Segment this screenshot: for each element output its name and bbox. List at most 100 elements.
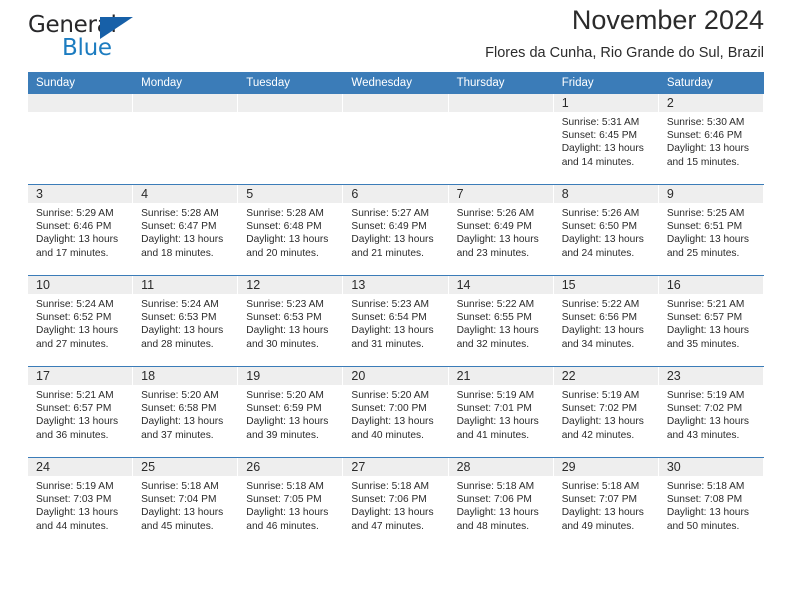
daylight-text-line1: Daylight: 13 hours (351, 507, 434, 519)
calendar-cell[interactable]: 11 Sunrise: 5:24 AM Sunset: 6:53 PM Dayligh… (133, 275, 239, 367)
day-cell: 30 Sunrise: 5:18 AM Sunset: 7:08 PM Dayligh… (658, 458, 764, 548)
sunset-text: Sunset: 6:57 PM (666, 312, 743, 324)
daylight-text-line2: and 37 minutes. (141, 429, 214, 441)
day-details: Sunrise: 5:22 AM Sunset: 6:55 PM Daylight:… (449, 294, 554, 351)
sunset-text: Sunset: 6:58 PM (141, 403, 217, 415)
day-details: Sunrise: 5:18 AM Sunset: 7:05 PM Daylight:… (238, 476, 343, 533)
day-cell: 19 Sunrise: 5:20 AM Sunset: 6:59 PM Dayligh… (238, 367, 344, 457)
day-cell: 14 Sunrise: 5:22 AM Sunset: 6:55 PM Dayligh… (448, 276, 554, 366)
daylight-text-line1: Daylight: 13 hours (666, 234, 749, 246)
sunset-text: Sunset: 7:06 PM (456, 494, 532, 506)
day-number: 24 (28, 458, 134, 476)
daylight-text-line1: Daylight: 13 hours (246, 416, 329, 428)
sunrise-text: Sunrise: 5:24 AM (36, 299, 114, 310)
day-cell: 24 Sunrise: 5:19 AM Sunset: 7:03 PM Dayligh… (28, 458, 134, 548)
calendar-cell[interactable]: 7 Sunrise: 5:26 AM Sunset: 6:49 PM Daylight… (448, 184, 554, 276)
day-number: 19 (238, 367, 344, 385)
daylight-text-line1: Daylight: 13 hours (666, 143, 749, 155)
sunset-text: Sunset: 6:48 PM (246, 221, 322, 233)
calendar-cell[interactable]: 3 Sunrise: 5:29 AM Sunset: 6:46 PM Daylight… (28, 184, 134, 276)
calendar-cell[interactable]: 28 Sunrise: 5:18 AM Sunset: 7:06 PM Dayligh… (448, 457, 554, 548)
day-cell: 3 Sunrise: 5:29 AM Sunset: 6:46 PM Daylight… (28, 185, 134, 275)
sunset-text: Sunset: 7:06 PM (351, 494, 427, 506)
day-number (343, 94, 449, 112)
sunset-text: Sunset: 6:52 PM (36, 312, 112, 324)
day-cell: 25 Sunrise: 5:18 AM Sunset: 7:04 PM Dayligh… (133, 458, 239, 548)
sunset-text: Sunset: 6:49 PM (351, 221, 427, 233)
calendar-cell[interactable]: 23 Sunrise: 5:19 AM Sunset: 7:02 PM Dayligh… (658, 366, 764, 458)
sunrise-text: Sunrise: 5:24 AM (141, 299, 219, 310)
brand-logo[interactable]: General Blue (28, 12, 168, 64)
daylight-text-line1: Daylight: 13 hours (351, 416, 434, 428)
day-cell (133, 94, 239, 184)
day-number (238, 94, 344, 112)
calendar-cell[interactable]: 20 Sunrise: 5:20 AM Sunset: 7:00 PM Dayligh… (343, 366, 449, 458)
day-cell (448, 94, 554, 184)
calendar-cell[interactable]: 21 Sunrise: 5:19 AM Sunset: 7:01 PM Dayligh… (448, 366, 554, 458)
calendar-cell[interactable]: 30 Sunrise: 5:18 AM Sunset: 7:08 PM Dayligh… (658, 457, 764, 548)
week-row: 1 Sunrise: 5:31 AM Sunset: 6:45 PM Daylight… (28, 94, 764, 185)
day-number: 18 (133, 367, 239, 385)
day-details: Sunrise: 5:19 AM Sunset: 7:03 PM Daylight:… (28, 476, 133, 533)
sunrise-text: Sunrise: 5:27 AM (351, 208, 430, 219)
day-cell: 21 Sunrise: 5:19 AM Sunset: 7:01 PM Dayligh… (448, 367, 554, 457)
sunrise-text: Sunrise: 5:26 AM (561, 208, 640, 219)
weekday-header-wednesday: Wednesday (343, 72, 449, 94)
calendar-cell[interactable]: 6 Sunrise: 5:27 AM Sunset: 6:49 PM Daylight… (343, 184, 449, 276)
calendar-cell[interactable]: 12 Sunrise: 5:23 AM Sunset: 6:53 PM Dayligh… (238, 275, 344, 367)
calendar-cell[interactable]: 1 Sunrise: 5:31 AM Sunset: 6:45 PM Daylight… (553, 94, 659, 185)
calendar-cell[interactable]: 13 Sunrise: 5:23 AM Sunset: 6:54 PM Dayligh… (343, 275, 449, 367)
calendar-cell[interactable]: 29 Sunrise: 5:18 AM Sunset: 7:07 PM Dayligh… (553, 457, 659, 548)
calendar-cell[interactable]: 27 Sunrise: 5:18 AM Sunset: 7:06 PM Dayligh… (343, 457, 449, 548)
sunrise-text: Sunrise: 5:21 AM (36, 390, 114, 401)
calendar-cell[interactable]: 18 Sunrise: 5:20 AM Sunset: 6:58 PM Dayligh… (133, 366, 239, 458)
daylight-text-line1: Daylight: 13 hours (666, 507, 749, 519)
calendar-cell[interactable]: 2 Sunrise: 5:30 AM Sunset: 6:46 PM Daylight… (658, 94, 764, 185)
calendar-cell[interactable]: 14 Sunrise: 5:22 AM Sunset: 6:55 PM Dayligh… (448, 275, 554, 367)
sunrise-text: Sunrise: 5:19 AM (456, 390, 535, 401)
day-details: Sunrise: 5:24 AM Sunset: 6:53 PM Daylight:… (133, 294, 238, 351)
calendar-cell[interactable]: 16 Sunrise: 5:21 AM Sunset: 6:57 PM Dayligh… (658, 275, 764, 367)
daylight-text-line2: and 23 minutes. (456, 247, 530, 259)
calendar-cell-empty (448, 94, 554, 185)
day-number: 16 (658, 276, 764, 294)
day-cell: 18 Sunrise: 5:20 AM Sunset: 6:58 PM Dayligh… (133, 367, 239, 457)
daylight-text-line2: and 46 minutes. (246, 520, 319, 532)
day-cell: 8 Sunrise: 5:26 AM Sunset: 6:50 PM Daylight… (553, 185, 659, 275)
day-cell: 28 Sunrise: 5:18 AM Sunset: 7:06 PM Dayligh… (448, 458, 554, 548)
day-number: 10 (28, 276, 134, 294)
calendar-cell[interactable]: 4 Sunrise: 5:28 AM Sunset: 6:47 PM Daylight… (133, 184, 239, 276)
sunrise-text: Sunrise: 5:18 AM (666, 481, 745, 492)
sunrise-text: Sunrise: 5:19 AM (666, 390, 745, 401)
calendar-cell[interactable]: 19 Sunrise: 5:20 AM Sunset: 6:59 PM Dayligh… (238, 366, 344, 458)
day-cell: 15 Sunrise: 5:22 AM Sunset: 6:56 PM Dayligh… (553, 276, 659, 366)
sunrise-text: Sunrise: 5:23 AM (351, 299, 430, 310)
calendar-cell[interactable]: 25 Sunrise: 5:18 AM Sunset: 7:04 PM Dayligh… (133, 457, 239, 548)
calendar-cell[interactable]: 9 Sunrise: 5:25 AM Sunset: 6:51 PM Daylight… (658, 184, 764, 276)
weekday-header-thursday: Thursday (448, 72, 554, 94)
sunrise-text: Sunrise: 5:18 AM (141, 481, 219, 492)
sunset-text: Sunset: 6:59 PM (246, 403, 322, 415)
sunset-text: Sunset: 6:53 PM (246, 312, 322, 324)
title-block: November 2024 Flores da Cunha, Rio Grand… (485, 5, 764, 60)
calendar-cell[interactable]: 22 Sunrise: 5:19 AM Sunset: 7:02 PM Dayligh… (553, 366, 659, 458)
sunset-text: Sunset: 7:04 PM (141, 494, 217, 506)
daylight-text-line1: Daylight: 13 hours (561, 416, 644, 428)
calendar-cell[interactable]: 5 Sunrise: 5:28 AM Sunset: 6:48 PM Daylight… (238, 184, 344, 276)
calendar-cell[interactable]: 15 Sunrise: 5:22 AM Sunset: 6:56 PM Dayligh… (553, 275, 659, 367)
sunset-text: Sunset: 6:57 PM (36, 403, 112, 415)
calendar-cell[interactable]: 24 Sunrise: 5:19 AM Sunset: 7:03 PM Dayligh… (28, 457, 134, 548)
daylight-text-line1: Daylight: 13 hours (141, 507, 224, 519)
calendar-cell[interactable]: 26 Sunrise: 5:18 AM Sunset: 7:05 PM Dayligh… (238, 457, 344, 548)
day-number: 7 (448, 185, 554, 203)
daylight-text-line2: and 40 minutes. (351, 429, 424, 441)
sunrise-text: Sunrise: 5:20 AM (351, 390, 430, 401)
day-cell (28, 94, 134, 184)
calendar-cell[interactable]: 10 Sunrise: 5:24 AM Sunset: 6:52 PM Dayligh… (28, 275, 134, 367)
calendar-cell[interactable]: 17 Sunrise: 5:21 AM Sunset: 6:57 PM Dayligh… (28, 366, 134, 458)
daylight-text-line2: and 25 minutes. (666, 247, 740, 259)
daylight-text-line1: Daylight: 13 hours (666, 325, 749, 337)
day-details: Sunrise: 5:27 AM Sunset: 6:49 PM Daylight:… (343, 203, 448, 260)
calendar-cell[interactable]: 8 Sunrise: 5:26 AM Sunset: 6:50 PM Daylight… (553, 184, 659, 276)
sunrise-text: Sunrise: 5:20 AM (246, 390, 324, 401)
